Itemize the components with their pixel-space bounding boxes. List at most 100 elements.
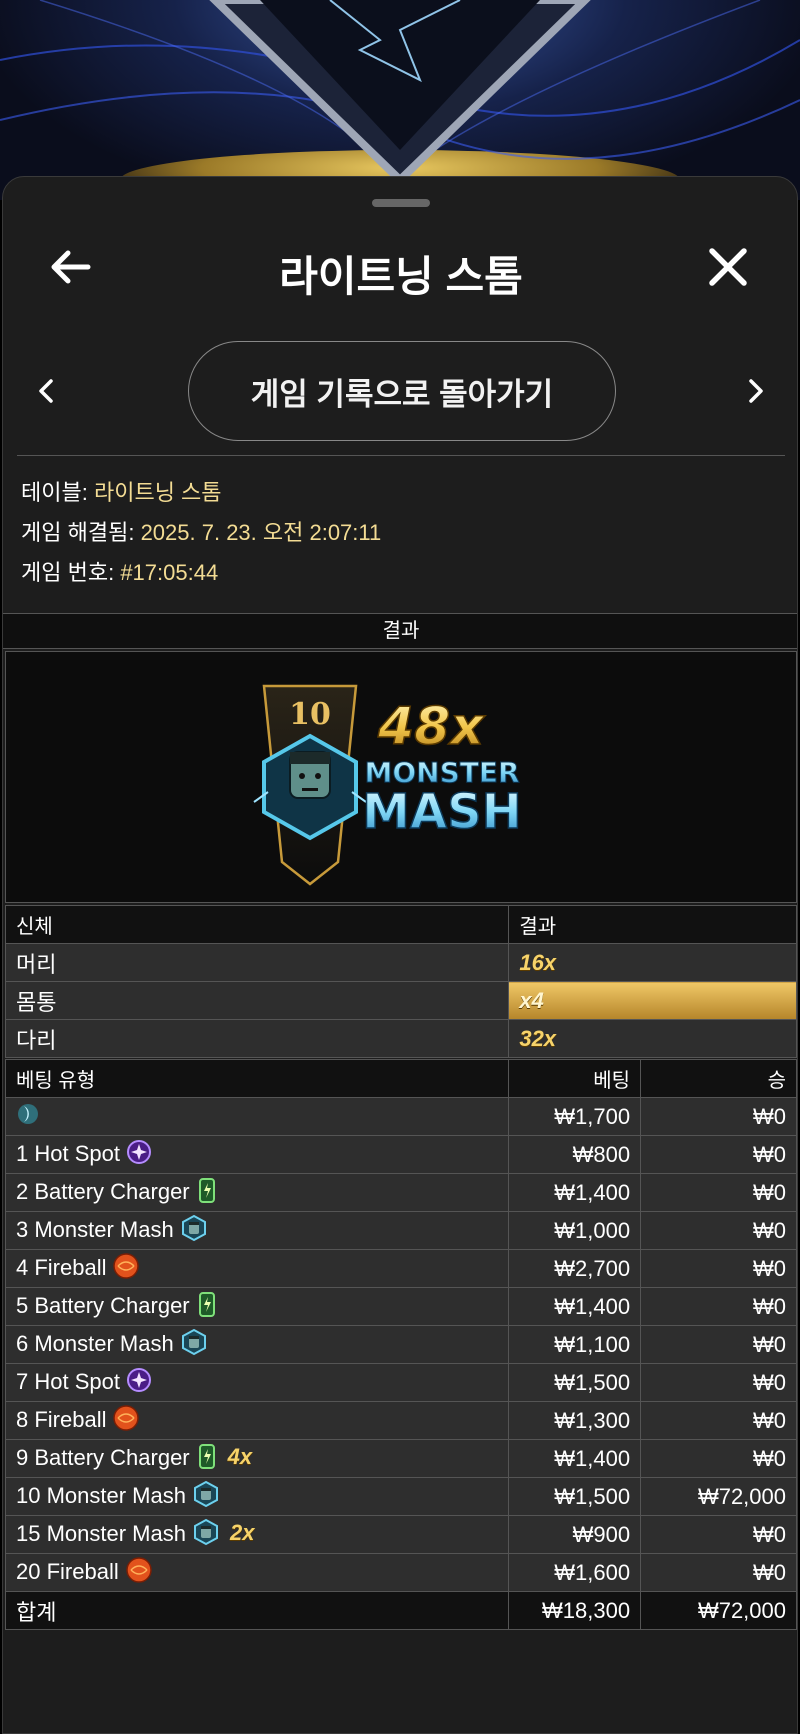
info-game-number-value: #17:05:44	[120, 560, 219, 585]
bet-type-cell: 8 Fireball	[4, 1401, 510, 1440]
bet-row: 15 Monster Mash 2x ₩900 ₩0	[4, 1515, 797, 1554]
info-label: 게임 해결됨:	[21, 520, 135, 545]
divider	[17, 455, 785, 456]
previous-game-button[interactable]	[31, 371, 61, 411]
bet-type-cell: 20 Fireball	[4, 1553, 510, 1592]
sheet-header: 라이트닝 스톰	[3, 227, 797, 307]
monster-icon	[180, 1328, 208, 1362]
table-row: 몸통 x4	[4, 981, 797, 1020]
table-header-row: 신체 결과	[4, 905, 797, 944]
back-to-history-button[interactable]: 게임 기록으로 돌아가기	[188, 341, 616, 441]
monster-icon	[192, 1518, 220, 1552]
result-header: 결과	[3, 613, 797, 649]
game-background	[0, 0, 800, 200]
bet-row: 20 Fireball ₩1,600 ₩0	[4, 1553, 797, 1592]
info-label: 게임 번호:	[21, 560, 115, 585]
sheet-grabber[interactable]	[372, 199, 430, 207]
close-button[interactable]	[703, 243, 753, 291]
body-result-cell-highlight: x4	[508, 981, 797, 1020]
multiplier-value: x4	[519, 987, 544, 1013]
win-amount-cell: ₩0	[640, 1135, 797, 1174]
bet-type-label: 15 Monster Mash	[16, 1520, 186, 1546]
bet-amount-cell: ₩1,600	[508, 1553, 642, 1592]
body-result-cell: 16x	[508, 943, 797, 982]
bet-type-cell: 10 Monster Mash	[4, 1477, 510, 1516]
multiplier-value: 16x	[519, 949, 557, 975]
bet-row: 10 Monster Mash ₩1,500 ₩72,000	[4, 1477, 797, 1516]
result-panel: 10 48x MONSTER MASH	[5, 651, 797, 903]
total-bet: ₩18,300	[508, 1591, 642, 1630]
bet-amount-cell: ₩1,000	[508, 1211, 642, 1250]
info-label: 테이블:	[21, 480, 88, 505]
win-amount-cell: ₩0	[640, 1287, 797, 1326]
monster-icon	[192, 1480, 220, 1514]
win-amount-cell: ₩0	[640, 1515, 797, 1554]
next-game-button[interactable]	[741, 371, 771, 411]
bet-row: 6 Monster Mash ₩1,100 ₩0	[4, 1325, 797, 1364]
bet-row: 8 Fireball ₩1,300 ₩0	[4, 1401, 797, 1440]
hot-spot-icon	[126, 1139, 152, 1171]
body-part-cell: 몸통	[4, 981, 510, 1020]
bet-row: 9 Battery Charger 4x ₩1,400 ₩0	[4, 1439, 797, 1478]
bet-row: 5 Battery Charger ₩1,400 ₩0	[4, 1287, 797, 1326]
win-amount-cell: ₩0	[640, 1211, 797, 1250]
table-row: 다리 32x	[4, 1019, 797, 1058]
col-header-win: 승	[640, 1059, 797, 1098]
bet-type-cell: 4 Fireball	[4, 1249, 510, 1288]
col-header-bet-type: 베팅 유형	[4, 1059, 510, 1098]
win-amount-cell: ₩0	[640, 1249, 797, 1288]
info-game-number-line: 게임 번호: #17:05:44	[21, 553, 381, 593]
body-part-cell: 다리	[4, 1019, 510, 1058]
battery-icon	[196, 1176, 218, 1210]
battery-icon	[196, 1442, 218, 1476]
bet-type-label: 3 Monster Mash	[16, 1216, 174, 1242]
bet-type-cell: 1 Hot Spot	[4, 1135, 510, 1174]
fireball-icon	[112, 1252, 140, 1286]
bet-row: 1 Hot Spot ₩800 ₩0	[4, 1135, 797, 1174]
bet-type-label: 20 Fireball	[16, 1558, 119, 1584]
bet-type-cell: 6 Monster Mash	[4, 1325, 510, 1364]
bet-type-cell: 2 Battery Charger	[4, 1173, 510, 1212]
bet-amount-cell: ₩2,700	[508, 1249, 642, 1288]
total-label: 합계	[4, 1591, 510, 1630]
bet-type-label: 4 Fireball	[16, 1254, 107, 1280]
bet-row: 4 Fireball ₩2,700 ₩0	[4, 1249, 797, 1288]
bet-type-label: 6 Monster Mash	[16, 1330, 174, 1356]
bet-row: 7 Hot Spot ₩1,500 ₩0	[4, 1363, 797, 1402]
win-amount-cell: ₩0	[640, 1173, 797, 1212]
bet-amount-cell: ₩1,700	[508, 1097, 642, 1136]
info-resolved-value: 2025. 7. 23. 오전 2:07:11	[140, 520, 382, 545]
fireball-icon	[125, 1556, 153, 1590]
result-multiplier: 48x	[377, 697, 485, 757]
bet-row: ₩1,700 ₩0	[4, 1097, 797, 1136]
history-nav: 게임 기록으로 돌아가기	[3, 341, 797, 441]
col-header-bet: 베팅	[508, 1059, 642, 1098]
body-part-cell: 머리	[4, 943, 510, 982]
multiplier-value: 32x	[519, 1025, 557, 1051]
bet-type-label: 1 Hot Spot	[16, 1140, 120, 1166]
bet-amount-cell: ₩1,500	[508, 1363, 642, 1402]
bet-type-cell: 5 Battery Charger	[4, 1287, 510, 1326]
bet-amount-cell: ₩1,400	[508, 1287, 642, 1326]
bet-type-label: 10 Monster Mash	[16, 1482, 186, 1508]
bet-type-label: 2 Battery Charger	[16, 1178, 190, 1204]
bet-type-cell: 3 Monster Mash	[4, 1211, 510, 1250]
back-arrow-button[interactable]	[45, 245, 95, 289]
bonus-multiplier: 2x	[229, 1520, 255, 1546]
close-icon	[709, 248, 747, 286]
col-header-result: 결과	[508, 905, 797, 944]
bet-amount-cell: ₩1,300	[508, 1401, 642, 1440]
info-table-value: 라이트닝 스톰	[93, 480, 222, 505]
win-amount-cell: ₩0	[640, 1553, 797, 1592]
bet-amount-cell: ₩1,500	[508, 1477, 642, 1516]
total-row: 합계 ₩18,300 ₩72,000	[4, 1591, 797, 1630]
info-resolved-line: 게임 해결됨: 2025. 7. 23. 오전 2:07:11	[21, 513, 381, 553]
chevron-left-icon	[39, 379, 53, 403]
bet-type-label: 9 Battery Charger	[16, 1444, 190, 1470]
body-result-table: 신체 결과 머리 16x 몸통 x4 다리 32x	[4, 905, 797, 1058]
bet-row: 3 Monster Mash ₩1,000 ₩0	[4, 1211, 797, 1250]
bonus-multiplier: 4x	[227, 1444, 253, 1470]
battery-icon	[196, 1290, 218, 1324]
bet-amount-cell: ₩1,100	[508, 1325, 642, 1364]
chevron-right-icon	[749, 379, 763, 403]
